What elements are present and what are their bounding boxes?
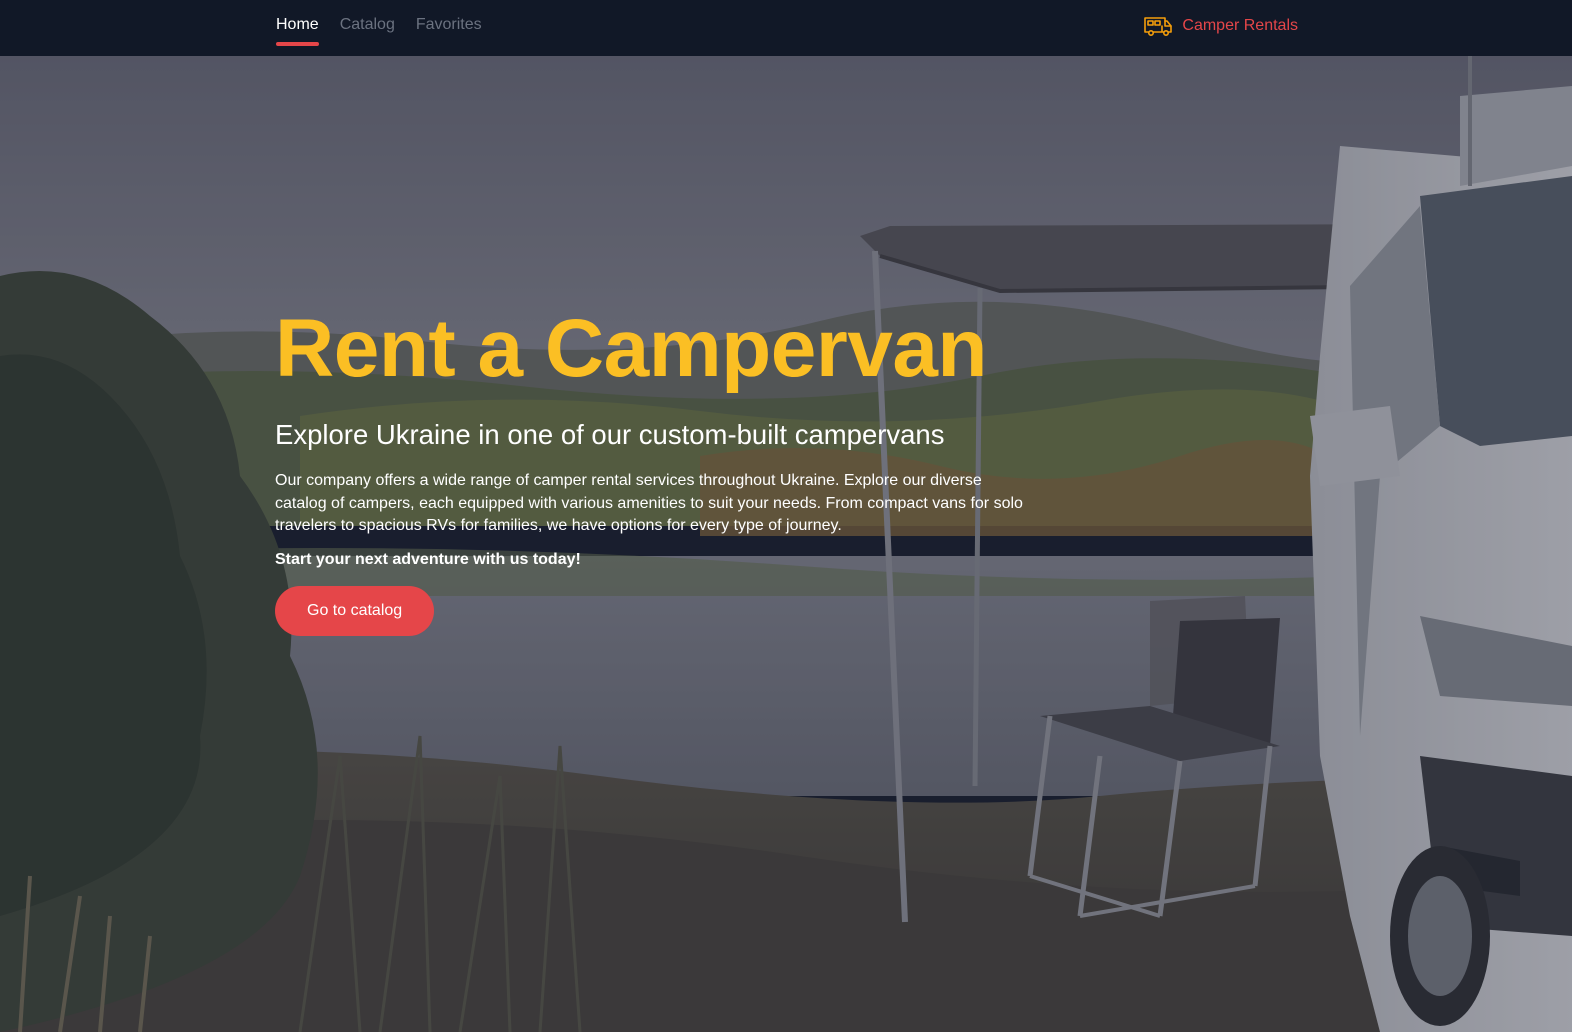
camper-van-icon	[1143, 15, 1173, 37]
brand-label: Camper Rentals	[1182, 17, 1298, 34]
top-navbar: Home Catalog Favorites Camper Rentals	[0, 0, 1572, 56]
brand-logo[interactable]: Camper Rentals	[1143, 0, 1298, 52]
hero-subtitle: Explore Ukraine in one of our custom-bui…	[275, 419, 945, 450]
hero-title: Rent a Campervan	[275, 303, 988, 394]
page: Home Catalog Favorites Camper Rentals Re…	[0, 0, 1572, 1032]
nav-home-link[interactable]: Home	[276, 0, 319, 46]
go-to-catalog-button[interactable]: Go to catalog	[275, 585, 435, 636]
nav-favorites-link[interactable]: Favorites	[416, 0, 482, 40]
nav-catalog-link[interactable]: Catalog	[340, 0, 395, 40]
hero-cta-text: Start your next adventure with us today!	[275, 550, 581, 568]
hero-content: Rent a Campervan Explore Ukraine in one …	[275, 308, 1035, 636]
hero-description: Our company offers a wide range of campe…	[275, 472, 1023, 534]
main-nav: Home Catalog Favorites	[276, 0, 482, 56]
